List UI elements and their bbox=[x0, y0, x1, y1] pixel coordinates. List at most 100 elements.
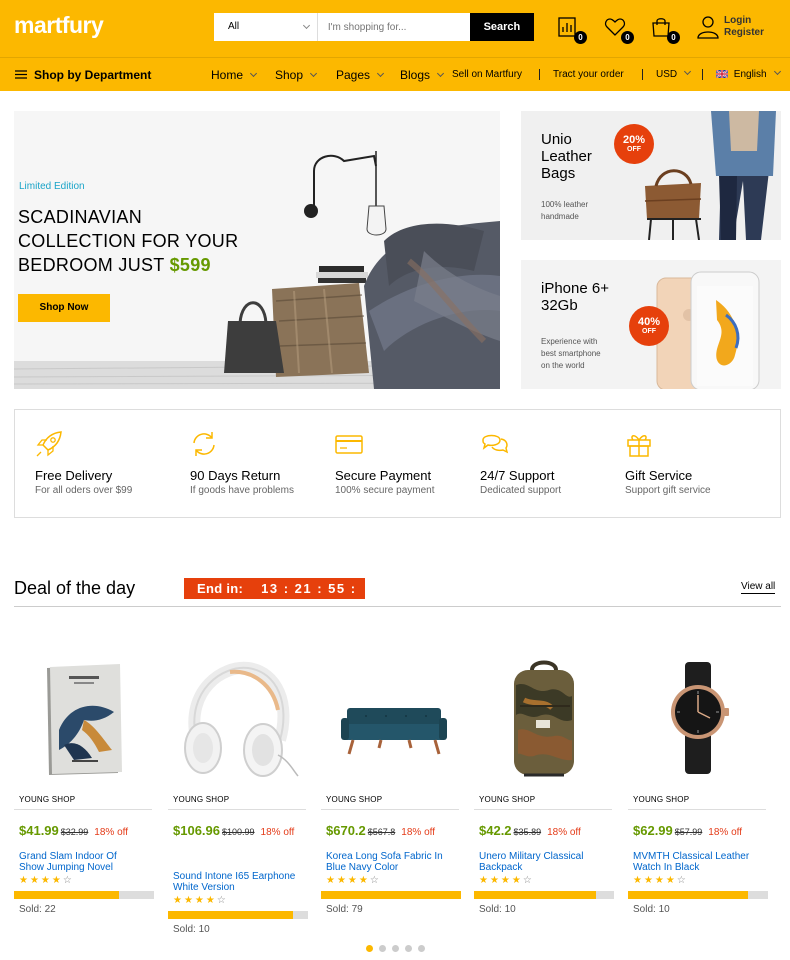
feature-subtitle: For all oders over $99 bbox=[35, 485, 133, 496]
promo2-discount-badge: 40% OFF bbox=[629, 306, 669, 346]
product-title[interactable]: Sound Intone I65 Earphone White Version bbox=[173, 871, 295, 893]
nav-home[interactable]: Home bbox=[211, 68, 258, 82]
uk-flag-icon bbox=[715, 69, 729, 79]
nav-separator bbox=[702, 69, 703, 80]
nav-blogs[interactable]: Blogs bbox=[400, 68, 445, 82]
product-image-watch bbox=[671, 662, 729, 774]
search-category-select[interactable]: All bbox=[214, 13, 318, 41]
view-all-link[interactable]: View all bbox=[741, 581, 776, 594]
product-title[interactable]: Unero Military Classical Backpack bbox=[479, 851, 583, 873]
pagination-dot[interactable] bbox=[418, 945, 425, 952]
discount-value: 40% bbox=[637, 316, 661, 328]
countdown-timer: End in: 13 : 21 : 55 : 11 bbox=[184, 578, 365, 617]
sold-progress-bar bbox=[474, 891, 614, 899]
product-image-backpack bbox=[514, 660, 574, 777]
pagination-dot[interactable] bbox=[405, 945, 412, 952]
menu-icon bbox=[15, 70, 27, 79]
product-title-line: Sound Intone I65 Earphone bbox=[173, 871, 296, 882]
current-price: $42.2 bbox=[479, 823, 512, 838]
pagination-dot[interactable] bbox=[379, 945, 386, 952]
search-bar: All Search bbox=[214, 13, 534, 41]
rating-stars: ★★★★☆ bbox=[633, 875, 688, 886]
promo2-desc-line: Experience with bbox=[541, 337, 598, 346]
product-title[interactable]: Grand Slam Indoor Of Show Jumping Novel bbox=[19, 851, 117, 873]
nav-separator bbox=[539, 69, 540, 80]
product-title[interactable]: Korea Long Sofa Fabric In Blue Navy Color bbox=[326, 851, 443, 873]
hero-line-3: BEDROOM JUST bbox=[18, 255, 165, 275]
login-link[interactable]: Login bbox=[724, 15, 764, 27]
product-title-line: Backpack bbox=[479, 862, 523, 873]
product-vendor[interactable]: YOUNG SHOP bbox=[326, 795, 382, 804]
sell-link[interactable]: Sell on Martfury bbox=[452, 69, 522, 80]
deal-divider bbox=[14, 606, 781, 607]
search-button[interactable]: Search bbox=[469, 13, 534, 41]
nav-pages[interactable]: Pages bbox=[336, 68, 385, 82]
chevron-down-icon bbox=[376, 69, 385, 78]
product-image-sofa bbox=[341, 708, 447, 755]
promo1-desc-line: handmade bbox=[541, 212, 579, 221]
discount-percent: 18% off bbox=[708, 827, 743, 838]
feature-subtitle: If goods have problems bbox=[190, 485, 294, 496]
product-title-line: Show Jumping Novel bbox=[19, 862, 113, 873]
discount-off: OFF bbox=[642, 328, 656, 335]
logo[interactable]: martfury bbox=[14, 12, 104, 39]
sold-count: Sold: 10 bbox=[173, 924, 210, 935]
cart-count-badge: 0 bbox=[667, 31, 680, 44]
product-divider bbox=[474, 809, 612, 810]
timer-label: End in: bbox=[197, 581, 244, 596]
product-vendor[interactable]: YOUNG SHOP bbox=[633, 795, 689, 804]
header: martfury All Search 0 0 0 Login Register… bbox=[0, 0, 790, 91]
current-price: $41.99 bbox=[19, 823, 59, 838]
product-divider bbox=[628, 809, 766, 810]
shop-by-department[interactable]: Shop by Department bbox=[34, 68, 151, 82]
search-input[interactable] bbox=[317, 13, 470, 41]
wishlist-button[interactable]: 0 bbox=[604, 16, 634, 44]
chevron-down-icon bbox=[249, 69, 258, 78]
discount-percent: 18% off bbox=[401, 827, 436, 838]
sold-count: Sold: 79 bbox=[326, 904, 363, 915]
shop-now-button[interactable]: Shop Now bbox=[18, 294, 110, 322]
sold-progress-bar bbox=[628, 891, 768, 899]
chevron-down-icon bbox=[309, 69, 318, 78]
hero-banner[interactable]: Limited Edition SCADINAVIAN COLLECTION F… bbox=[14, 111, 500, 389]
hero-tag: Limited Edition bbox=[19, 181, 85, 192]
credit-card-icon bbox=[335, 435, 363, 454]
cart-button[interactable]: 0 bbox=[650, 16, 680, 44]
nav-shop[interactable]: Shop bbox=[275, 68, 318, 82]
product-title-line: MVMTH Classical Leather bbox=[633, 851, 750, 862]
sold-progress-fill bbox=[474, 891, 596, 899]
product-title-line: Blue Navy Color bbox=[326, 862, 399, 873]
pagination-dot[interactable] bbox=[366, 945, 373, 952]
pagination-dot[interactable] bbox=[392, 945, 399, 952]
track-order-link[interactable]: Tract your order bbox=[553, 69, 624, 80]
product-vendor[interactable]: YOUNG SHOP bbox=[173, 795, 229, 804]
promo2-title-line: iPhone 6+ bbox=[541, 280, 609, 297]
hero-headline: SCADINAVIAN COLLECTION FOR YOUR BEDROOM … bbox=[18, 205, 238, 277]
promo-leather-bags[interactable]: Unio Leather Bags 100% leather handmade … bbox=[521, 111, 781, 240]
compare-button[interactable]: 0 bbox=[557, 16, 587, 44]
currency-select[interactable]: USD bbox=[656, 67, 692, 80]
sold-progress-bar bbox=[168, 911, 308, 919]
promo1-discount-badge: 20% OFF bbox=[614, 124, 654, 164]
compare-count-badge: 0 bbox=[574, 31, 587, 44]
product-divider bbox=[14, 809, 152, 810]
deal-of-the-day-title: Deal of the day bbox=[14, 578, 136, 598]
sold-count: Sold: 10 bbox=[479, 904, 516, 915]
product-divider bbox=[168, 809, 306, 810]
currency-value: USD bbox=[656, 69, 678, 80]
product-image-book bbox=[47, 664, 122, 775]
user-icon bbox=[697, 16, 719, 39]
promo-iphone[interactable]: iPhone 6+ 32Gb Experience with best smar… bbox=[521, 260, 781, 389]
hero-price: $599 bbox=[169, 255, 211, 275]
product-vendor[interactable]: YOUNG SHOP bbox=[479, 795, 535, 804]
register-link[interactable]: Register bbox=[724, 27, 764, 39]
rating-stars: ★★★★☆ bbox=[19, 875, 74, 886]
department-label: Shop by Department bbox=[34, 68, 152, 82]
hero-line-2: COLLECTION FOR YOUR bbox=[18, 231, 239, 251]
product-title[interactable]: MVMTH Classical Leather Watch In Black bbox=[633, 851, 749, 873]
language-select[interactable]: English bbox=[715, 67, 781, 80]
chat-bubbles-icon bbox=[482, 434, 509, 454]
product-price: $41.99 $32.99 18% off bbox=[19, 821, 154, 843]
promo2-title: iPhone 6+ 32Gb bbox=[541, 280, 609, 314]
product-vendor[interactable]: YOUNG SHOP bbox=[19, 795, 75, 804]
